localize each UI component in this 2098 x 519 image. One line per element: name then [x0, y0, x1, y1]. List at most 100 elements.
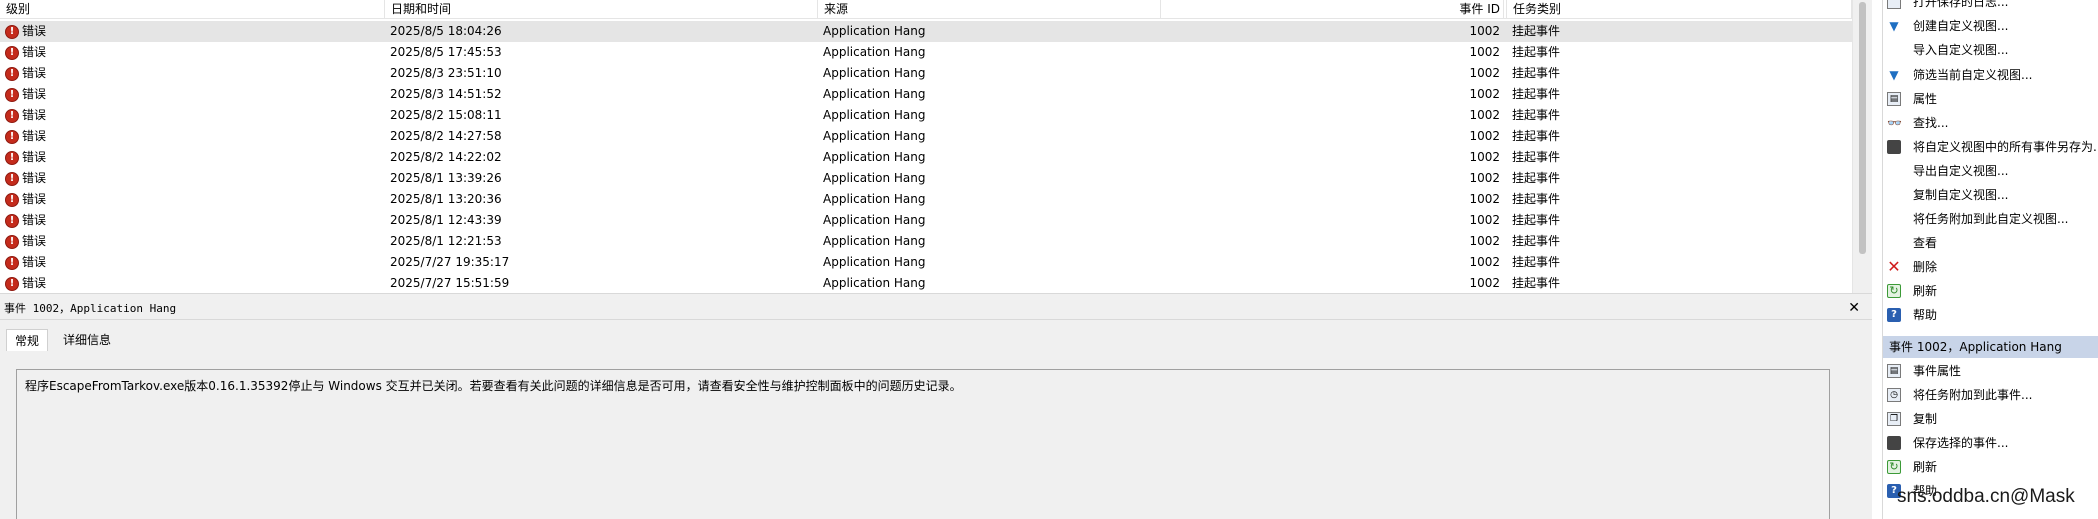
- action-item-view-2[interactable]: 导入自定义视图...: [1883, 38, 2098, 62]
- error-icon: !: [5, 130, 19, 144]
- action-label: 复制: [1913, 412, 1938, 426]
- column-header-level[interactable]: 级别: [0, 0, 385, 19]
- error-icon: !: [5, 151, 19, 165]
- close-icon[interactable]: ✕: [1848, 299, 1860, 317]
- cell-level: 错误: [22, 108, 47, 122]
- action-item-event-0[interactable]: ▤ 事件属性: [1883, 359, 2098, 383]
- action-item-view-9[interactable]: 将任务附加到此自定义视图...: [1883, 207, 2098, 231]
- event-message-box[interactable]: 程序EscapeFromTarkov.exe版本0.16.1.35392停止与 …: [16, 369, 1830, 519]
- action-label: 导入自定义视图...: [1913, 43, 2009, 57]
- table-row[interactable]: ! 错误 2025/8/5 17:45:53 Application Hang 1002…: [0, 42, 1852, 63]
- action-item-view-1[interactable]: ▼ 创建自定义视图...: [1883, 14, 2098, 38]
- cell-source: Application Hang: [823, 276, 926, 290]
- table-row[interactable]: ! 错误 2025/8/1 13:20:36 Application Hang 1002…: [0, 189, 1852, 210]
- tab-general[interactable]: 常规: [6, 329, 49, 351]
- save-icon: [1887, 140, 1901, 154]
- action-label: 刷新: [1913, 460, 1938, 474]
- action-item-view-3[interactable]: ▼ 筛选当前自定义视图...: [1883, 63, 2098, 87]
- event-detail-pane: 事件 1002，Application Hang ✕ 常规 详细信息 程序Esc…: [0, 299, 1872, 519]
- cell-date: 2025/7/27 15:51:59: [390, 276, 510, 290]
- table-row[interactable]: ! 错误 2025/8/3 14:51:52 Application Hang 1002…: [0, 84, 1852, 105]
- cell-event-id: 1002: [1469, 129, 1500, 143]
- cell-source: Application Hang: [823, 45, 926, 59]
- table-row[interactable]: ! 错误 2025/8/5 18:04:26 Application Hang 1002…: [0, 21, 1852, 42]
- error-icon: !: [5, 277, 19, 291]
- error-icon: !: [5, 172, 19, 186]
- action-label: 查找...: [1913, 116, 1949, 130]
- action-item-view-10[interactable]: 查看: [1883, 231, 2098, 255]
- action-item-view-13[interactable]: ? 帮助: [1883, 303, 2098, 327]
- task-icon: ◷: [1887, 388, 1901, 402]
- cell-date: 2025/8/5 18:04:26: [390, 24, 502, 38]
- copy-icon: ❐: [1887, 412, 1901, 426]
- error-icon: !: [5, 193, 19, 207]
- cell-source: Application Hang: [823, 213, 926, 227]
- cell-category: 挂起事件: [1512, 192, 1561, 206]
- column-header-category[interactable]: 任务类别: [1506, 0, 1852, 19]
- cell-category: 挂起事件: [1512, 45, 1561, 59]
- watermark-text: sns.oddba.cn@Mask: [1897, 486, 2075, 507]
- action-item-view-12[interactable]: ↻ 刷新: [1883, 279, 2098, 303]
- action-label: 刷新: [1913, 284, 1938, 298]
- table-row[interactable]: ! 错误 2025/8/2 14:22:02 Application Hang 1002…: [0, 147, 1852, 168]
- action-item-view-8[interactable]: 复制自定义视图...: [1883, 183, 2098, 207]
- actions-pane: 打开保存的日志... ▼ 创建自定义视图... 导入自定义视图... ▼ 筛选当前自定义视…: [1882, 0, 2098, 519]
- cell-category: 挂起事件: [1512, 171, 1561, 185]
- find-icon: 👓: [1887, 116, 1902, 130]
- table-row[interactable]: ! 错误 2025/8/2 14:27:58 Application Hang 1002…: [0, 126, 1852, 147]
- action-label: 复制自定义视图...: [1913, 188, 2009, 202]
- cell-level: 错误: [22, 66, 47, 80]
- cell-event-id: 1002: [1469, 150, 1500, 164]
- table-row[interactable]: ! 错误 2025/8/3 23:51:10 Application Hang 1002…: [0, 63, 1852, 84]
- column-header-event-id[interactable]: 事件 ID: [1260, 0, 1506, 19]
- tab-details[interactable]: 详细信息: [55, 329, 119, 351]
- event-section-header[interactable]: 事件 1002，Application Hang: [1883, 336, 2098, 358]
- error-icon: !: [5, 67, 19, 81]
- cell-category: 挂起事件: [1512, 213, 1561, 227]
- cell-source: Application Hang: [823, 108, 926, 122]
- cell-level: 错误: [22, 171, 47, 185]
- action-item-view-4[interactable]: ▤ 属性: [1883, 87, 2098, 111]
- action-item-event-1[interactable]: ◷ 将任务附加到此事件...: [1883, 383, 2098, 407]
- column-header-source[interactable]: 来源: [818, 0, 1161, 19]
- cell-source: Application Hang: [823, 171, 926, 185]
- cell-source: Application Hang: [823, 150, 926, 164]
- event-list: 级别 日期和时间 来源 事件 ID 任务类别 ! 错误 2025/8/5 18:04…: [0, 0, 1872, 293]
- column-header-date[interactable]: 日期和时间: [385, 0, 818, 19]
- cell-event-id: 1002: [1469, 24, 1500, 38]
- error-icon: !: [5, 214, 19, 228]
- action-item-view-7[interactable]: 导出自定义视图...: [1883, 159, 2098, 183]
- cell-category: 挂起事件: [1512, 66, 1561, 80]
- action-item-event-2[interactable]: ❐ 复制: [1883, 407, 2098, 431]
- cell-level: 错误: [22, 234, 47, 248]
- cell-category: 挂起事件: [1512, 87, 1561, 101]
- table-row[interactable]: ! 错误 2025/8/1 12:43:39 Application Hang 1002…: [0, 210, 1852, 231]
- open-log-icon: [1887, 0, 1901, 9]
- cell-source: Application Hang: [823, 87, 926, 101]
- error-icon: !: [5, 235, 19, 249]
- action-item-event-3[interactable]: 保存选择的事件...: [1883, 431, 2098, 455]
- action-item-view-5[interactable]: 👓 查找...: [1883, 111, 2098, 135]
- table-row[interactable]: ! 错误 2025/8/2 15:08:11 Application Hang 1002…: [0, 105, 1852, 126]
- action-label: 保存选择的事件...: [1913, 436, 2009, 450]
- cell-source: Application Hang: [823, 24, 926, 38]
- action-label: 导出自定义视图...: [1913, 164, 2009, 178]
- action-item-event-4[interactable]: ↻ 刷新: [1883, 455, 2098, 479]
- cell-source: Application Hang: [823, 129, 926, 143]
- list-scrollbar[interactable]: [1852, 0, 1872, 293]
- list-header: 级别 日期和时间 来源 事件 ID 任务类别: [0, 0, 1852, 19]
- cell-event-id: 1002: [1469, 87, 1500, 101]
- cell-event-id: 1002: [1469, 213, 1500, 227]
- cell-source: Application Hang: [823, 255, 926, 269]
- scrollbar-thumb[interactable]: [1859, 2, 1866, 254]
- table-row[interactable]: ! 错误 2025/8/1 13:39:26 Application Hang 1002…: [0, 168, 1852, 189]
- cell-date: 2025/8/3 23:51:10: [390, 66, 502, 80]
- action-item-view-0[interactable]: 打开保存的日志...: [1883, 0, 2098, 14]
- table-row[interactable]: ! 错误 2025/8/1 12:21:53 Application Hang 1002…: [0, 231, 1852, 252]
- table-row[interactable]: ! 错误 2025/7/27 15:51:59 Application Hang 100…: [0, 273, 1852, 293]
- action-item-view-6[interactable]: 将自定义视图中的所有事件另存为...: [1883, 135, 2098, 159]
- cell-event-id: 1002: [1469, 192, 1500, 206]
- error-icon: !: [5, 88, 19, 102]
- table-row[interactable]: ! 错误 2025/7/27 19:35:17 Application Hang 100…: [0, 252, 1852, 273]
- action-item-view-11[interactable]: ✕ 删除: [1883, 255, 2098, 279]
